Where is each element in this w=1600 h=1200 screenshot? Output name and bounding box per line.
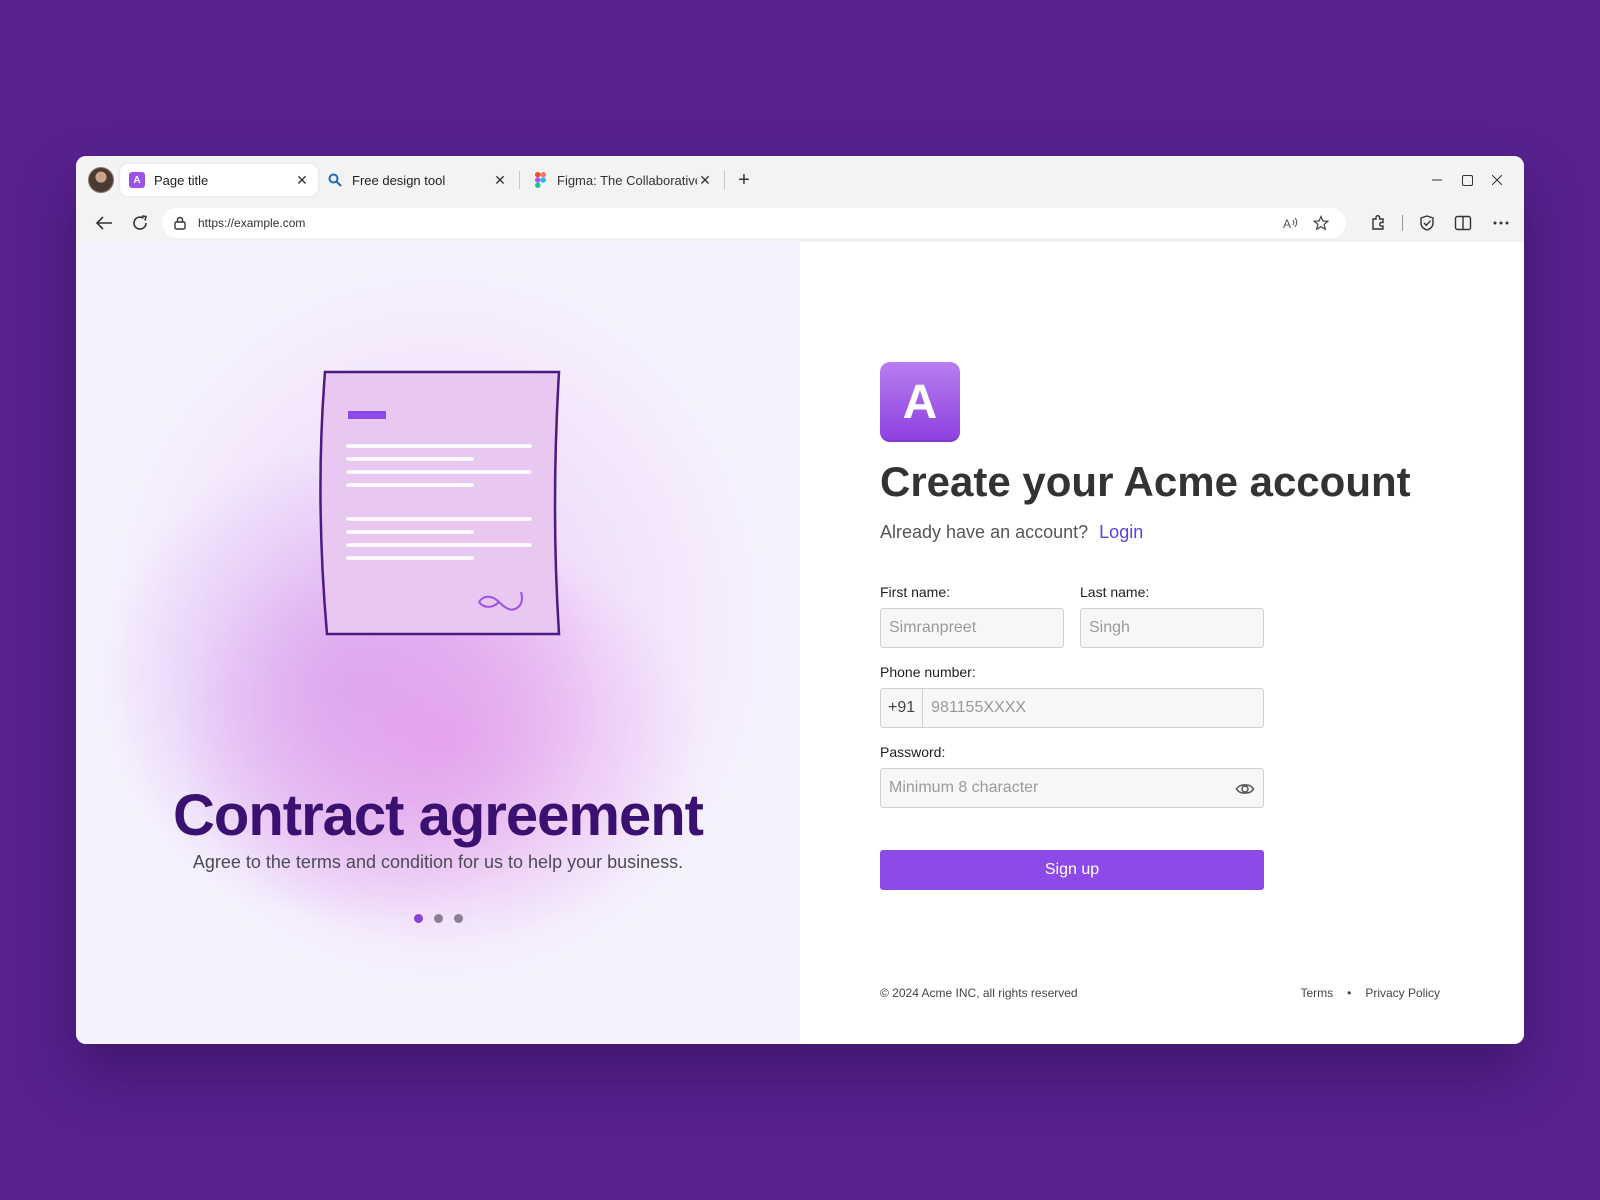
close-tab-icon[interactable]: ✕ [294,172,310,188]
signup-panel: A Create your Acme account Already have … [800,242,1524,1044]
country-code[interactable]: +91 [888,689,924,727]
privacy-policy-link[interactable]: Privacy Policy [1365,986,1440,1000]
first-name-input[interactable]: Simranpreet [880,608,1064,648]
password-input[interactable]: Minimum 8 character [880,768,1264,808]
phone-input[interactable]: +91 981155XXXX [880,688,1264,728]
terms-link[interactable]: Terms [1300,986,1333,1000]
read-aloud-icon[interactable]: A [1276,216,1306,230]
carousel-dots [76,914,800,923]
more-options-icon[interactable] [1483,208,1519,238]
browser-toolbar: https://example.com A [76,204,1524,242]
password-label: Password: [880,744,946,760]
first-name-placeholder: Simranpreet [889,619,977,636]
url-text[interactable]: https://example.com [198,216,1276,230]
close-tab-icon[interactable]: ✕ [492,172,508,188]
window-controls [1422,156,1524,204]
tab-figma[interactable]: Figma: The Collaborative ✕ [523,164,721,196]
phone-label: Phone number: [880,664,976,680]
last-name-input[interactable]: Singh [1080,608,1264,648]
footer-separator: • [1347,986,1352,1000]
back-icon[interactable] [86,208,122,238]
tab-title: Free design tool [352,172,446,188]
login-prompt-text: Already have an account? [880,522,1089,542]
tab-divider [724,171,725,189]
extensions-icon[interactable] [1360,208,1396,238]
signup-button[interactable]: Sign up [880,850,1264,890]
address-bar[interactable]: https://example.com A [162,208,1346,238]
svg-text:A: A [1283,217,1291,230]
phone-placeholder: 981155XXXX [931,699,1027,716]
browser-window: A Page title ✕ Free design tool ✕ Figma:… [76,156,1524,1044]
tab-free-design-tool[interactable]: Free design tool ✕ [318,164,516,196]
tab-title: Figma: The Collaborative [557,172,697,188]
browser-essentials-icon[interactable] [1409,208,1445,238]
last-name-label: Last name: [1080,584,1150,600]
tab-page-title[interactable]: A Page title ✕ [120,164,318,196]
profile-avatar[interactable] [88,167,114,193]
login-link[interactable]: Login [1099,522,1143,542]
last-name-placeholder: Singh [1089,619,1130,636]
maximize-icon[interactable] [1452,156,1482,204]
search-icon [327,172,343,188]
hero-panel: Contract agreement Agree to the terms an… [76,242,800,1044]
close-window-icon[interactable] [1482,156,1512,204]
login-prompt: Already have an account? Login [880,522,1143,543]
lock-icon [174,216,190,230]
hero-subtitle: Agree to the terms and condition for us … [192,852,684,872]
password-placeholder: Minimum 8 character [889,779,1039,796]
carousel-dot[interactable] [453,914,463,923]
first-name-label: First name: [880,584,951,600]
minimize-icon[interactable] [1422,156,1452,204]
new-tab-button[interactable]: + [730,166,758,194]
tab-divider [519,171,520,189]
toolbar-divider [1402,215,1403,231]
hero-title: Contract agreement [173,783,704,848]
contract-document-illustration [319,370,561,636]
page-title: Create your Acme account [880,458,1411,505]
figma-icon [532,172,548,188]
footer-links: Terms • Privacy Policy [1300,986,1440,1000]
close-tab-icon[interactable]: ✕ [697,172,713,188]
split-screen-icon[interactable] [1445,208,1481,238]
show-password-icon[interactable] [1235,779,1255,799]
acme-logo: A [880,362,960,442]
footer: © 2024 Acme INC, all rights reserved Ter… [880,986,1440,1000]
tab-title: Page title [154,172,209,188]
copyright: © 2024 Acme INC, all rights reserved [880,986,1078,1000]
page-content: Contract agreement Agree to the terms an… [76,242,1524,1044]
carousel-dot[interactable] [433,914,443,923]
carousel-dot[interactable] [413,914,423,923]
acme-a-icon: A [129,172,145,188]
tab-strip: A Page title ✕ Free design tool ✕ Figma:… [76,156,1524,204]
favorite-star-icon[interactable] [1306,215,1336,231]
reload-icon[interactable] [122,208,158,238]
